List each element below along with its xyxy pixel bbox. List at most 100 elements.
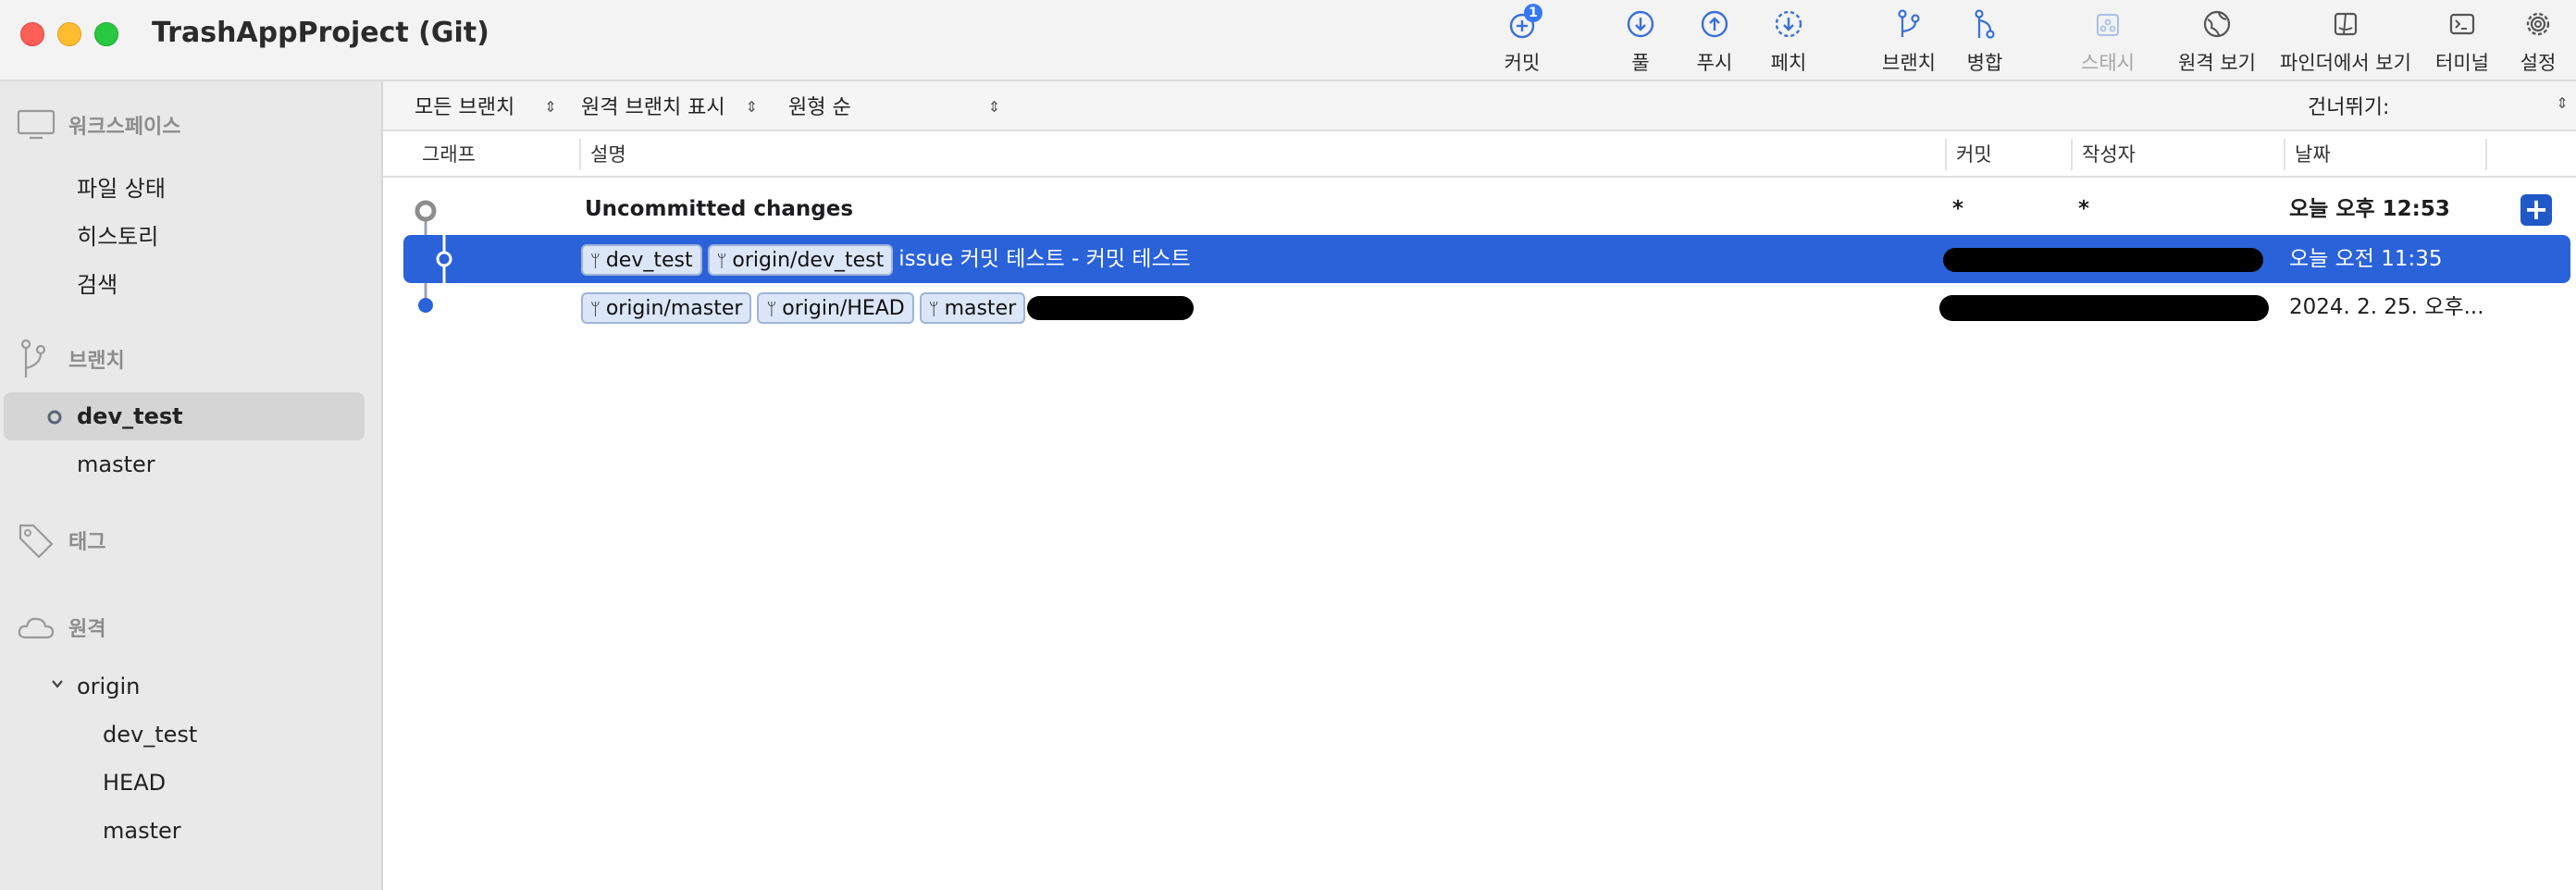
branch-label: 브랜치 bbox=[1882, 52, 1936, 74]
remote-view-button[interactable]: 원격 보기 bbox=[2171, 6, 2263, 76]
redaction bbox=[1943, 247, 2263, 272]
table-row[interactable]: Uncommitted changes * * 오늘 오후 12:53 + bbox=[383, 185, 2576, 233]
branch-filter-select[interactable]: 모든 브랜치 ⇕ bbox=[415, 91, 557, 120]
sidebar-section-branches: 브랜치 bbox=[17, 339, 125, 379]
row-commit-author-redacted bbox=[1939, 283, 2269, 331]
sidebar-item-remote-dev-test[interactable]: dev_test bbox=[103, 722, 197, 748]
chevron-down-icon[interactable] bbox=[50, 677, 65, 690]
minimize-window-button[interactable] bbox=[57, 22, 81, 46]
tag-icon bbox=[19, 524, 54, 559]
gear-icon bbox=[2526, 12, 2550, 36]
zoom-window-button[interactable] bbox=[94, 22, 118, 46]
stepper-icon: ⇕ bbox=[544, 98, 557, 116]
column-header-author[interactable]: 작성자 bbox=[2071, 139, 2284, 170]
graph-node-master bbox=[418, 283, 433, 313]
column-header-description[interactable]: 설명 bbox=[579, 139, 1958, 170]
sidebar-item-file-status[interactable]: 파일 상태 bbox=[77, 170, 166, 203]
push-button[interactable]: 푸시 bbox=[1682, 6, 1747, 76]
sidebar-item-branch-dev-test[interactable]: dev_test bbox=[77, 403, 183, 429]
push-arrow-up-icon bbox=[1701, 10, 1728, 38]
column-header-commit[interactable]: 커밋 bbox=[1945, 139, 2071, 170]
stash-box-icon bbox=[2097, 14, 2119, 36]
branch-tag[interactable]: ᛘ dev_test bbox=[581, 243, 702, 276]
close-window-button[interactable] bbox=[20, 22, 44, 46]
terminal-button[interactable]: 터미널 bbox=[2430, 6, 2495, 76]
branch-tag-label: dev_test bbox=[605, 248, 693, 272]
branch-tag-label: origin/HEAD bbox=[782, 296, 905, 320]
branch-tag[interactable]: ᛘ origin/dev_test bbox=[707, 243, 894, 276]
monitor-icon bbox=[17, 109, 56, 140]
sort-order-select[interactable]: 원형 순 ⇕ bbox=[788, 91, 1000, 120]
pull-arrow-down-icon bbox=[1627, 10, 1654, 38]
window-title: TrashAppProject (Git) bbox=[152, 17, 489, 49]
branch-icon: ᛘ bbox=[590, 299, 601, 319]
jump-to-select[interactable]: 건너뛰기: ⇕ bbox=[2308, 91, 2569, 120]
cloud-icon bbox=[18, 617, 55, 639]
sort-order-value: 원형 순 bbox=[788, 96, 851, 119]
branch-tag[interactable]: ᛘ origin/master bbox=[581, 291, 752, 324]
sidebar-section-label: 원격 bbox=[68, 618, 106, 641]
column-header-graph[interactable]: 그래프 bbox=[413, 139, 579, 170]
show-in-finder-button[interactable]: 파인더에서 보기 bbox=[2276, 6, 2415, 76]
remote-branch-filter-value: 원격 브랜치 표시 bbox=[581, 96, 725, 119]
fetch-dashed-arrow-icon bbox=[1775, 10, 1802, 38]
branch-icon: ᛘ bbox=[928, 299, 939, 319]
title-bar: TrashAppProject (Git) 1 커밋 풀 푸시 페치 브랜치 병… bbox=[0, 0, 2576, 81]
row-author: * bbox=[2078, 197, 2090, 221]
show-in-finder-label: 파인더에서 보기 bbox=[2280, 52, 2411, 74]
sidebar-item-history[interactable]: 히스토리 bbox=[77, 218, 158, 251]
row-commit: * bbox=[1952, 197, 1964, 221]
column-header-extra bbox=[2485, 139, 2569, 170]
current-branch-indicator-icon bbox=[47, 410, 62, 425]
branch-tag-label: master bbox=[944, 296, 1017, 320]
row-description: Uncommitted changes bbox=[585, 197, 854, 221]
branch-tag-label: origin/master bbox=[605, 296, 743, 320]
branch-tag[interactable]: ᛘ master bbox=[919, 291, 1026, 324]
merge-icon bbox=[1975, 9, 1995, 39]
fetch-label: 페치 bbox=[1770, 52, 1807, 74]
sidebar-section-workspace: 워크스페이스 bbox=[17, 109, 180, 141]
pull-label: 풀 bbox=[1631, 52, 1650, 74]
fetch-button[interactable]: 페치 bbox=[1756, 6, 1821, 76]
table-row-selected[interactable]: ᛘ dev_test ᛘ origin/dev_test issue 커밋 테스트 - … bbox=[403, 235, 2570, 283]
settings-button[interactable]: 설정 bbox=[2508, 6, 2569, 76]
merge-button[interactable]: 병합 bbox=[1952, 6, 2017, 76]
column-headers: 그래프 설명 커밋 작성자 날짜 bbox=[383, 131, 2576, 178]
branch-icon bbox=[20, 339, 46, 377]
sidebar-section-remotes: 원격 bbox=[17, 612, 105, 642]
row-description: ᛘ origin/master ᛘ origin/HEAD ᛘ master bbox=[581, 283, 1195, 331]
commit-button[interactable]: 1 커밋 bbox=[1490, 4, 1554, 76]
sidebar-item-search[interactable]: 검색 bbox=[77, 266, 118, 299]
merge-label: 병합 bbox=[1966, 52, 2003, 74]
table-row[interactable]: ᛘ origin/master ᛘ origin/HEAD ᛘ master 2024. … bbox=[383, 283, 2576, 331]
branch-tag[interactable]: ᛘ origin/HEAD bbox=[757, 291, 914, 324]
remote-view-label: 원격 보기 bbox=[2178, 52, 2256, 74]
terminal-label: 터미널 bbox=[2435, 52, 2489, 74]
branch-tag-label: origin/dev_test bbox=[732, 248, 885, 272]
commit-count-badge: 1 bbox=[1524, 4, 1542, 22]
branch-icon bbox=[1898, 9, 1920, 37]
sidebar-item-remote-master[interactable]: master bbox=[103, 818, 181, 844]
redaction bbox=[1939, 294, 2269, 321]
row-date: 오늘 오후 12:53 bbox=[2289, 197, 2450, 221]
stepper-icon: ⇕ bbox=[987, 98, 1001, 116]
jump-to-label: 건너뛰기: bbox=[2308, 96, 2390, 119]
remote-branch-filter-select[interactable]: 원격 브랜치 표시 ⇕ bbox=[581, 91, 758, 120]
sidebar-section-label: 태그 bbox=[68, 531, 106, 554]
redaction bbox=[1027, 295, 1195, 320]
branch-icon: ᛘ bbox=[590, 251, 601, 271]
pull-button[interactable]: 풀 bbox=[1608, 6, 1673, 76]
add-commit-button[interactable]: + bbox=[2520, 194, 2552, 226]
finder-icon bbox=[2334, 12, 2358, 36]
branch-button[interactable]: 브랜치 bbox=[1875, 6, 1943, 76]
sidebar-item-remote-head[interactable]: HEAD bbox=[103, 770, 166, 796]
sidebar-item-remote-origin[interactable]: origin bbox=[77, 674, 140, 699]
sidebar-section-label: 브랜치 bbox=[68, 350, 125, 373]
sidebar-item-branch-master[interactable]: master bbox=[77, 451, 155, 477]
sidebar-section-tags: 태그 bbox=[17, 522, 105, 559]
branch-icon: ᛘ bbox=[716, 251, 727, 271]
terminal-icon bbox=[2449, 13, 2475, 35]
push-label: 푸시 bbox=[1696, 52, 1733, 74]
column-header-date[interactable]: 날짜 bbox=[2284, 139, 2485, 170]
stash-button[interactable]: 스태시 bbox=[2071, 6, 2145, 76]
